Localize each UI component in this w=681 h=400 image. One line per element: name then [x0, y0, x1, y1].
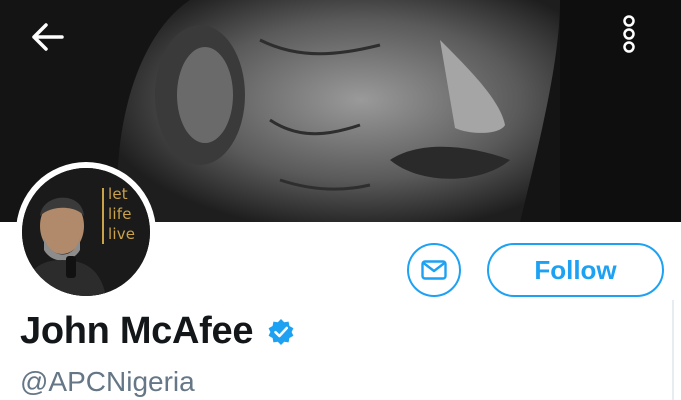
back-button[interactable] — [30, 22, 76, 64]
follow-button[interactable]: Follow — [487, 243, 664, 297]
verified-badge-icon — [268, 318, 294, 345]
avatar-caption-line: life — [108, 205, 132, 223]
edge-divider — [672, 300, 674, 400]
profile-avatar[interactable]: let life live — [16, 162, 156, 302]
avatar-divider — [102, 188, 104, 244]
verified-badge — [267, 318, 295, 346]
envelope-icon — [421, 260, 447, 280]
arrow-left-icon — [32, 23, 64, 51]
profile-name-row: John McAfee — [20, 310, 295, 353]
user-handle: @APCNigeria — [20, 366, 195, 397]
more-options-button[interactable] — [622, 14, 660, 68]
display-name: John McAfee — [20, 310, 254, 352]
avatar-caption-line: let — [108, 185, 128, 203]
vertical-dots-icon — [623, 15, 635, 53]
message-button[interactable] — [407, 243, 461, 297]
avatar-caption: let life live — [108, 184, 135, 244]
avatar-caption-line: live — [108, 225, 136, 243]
avatar-photo: let life live — [22, 168, 150, 296]
